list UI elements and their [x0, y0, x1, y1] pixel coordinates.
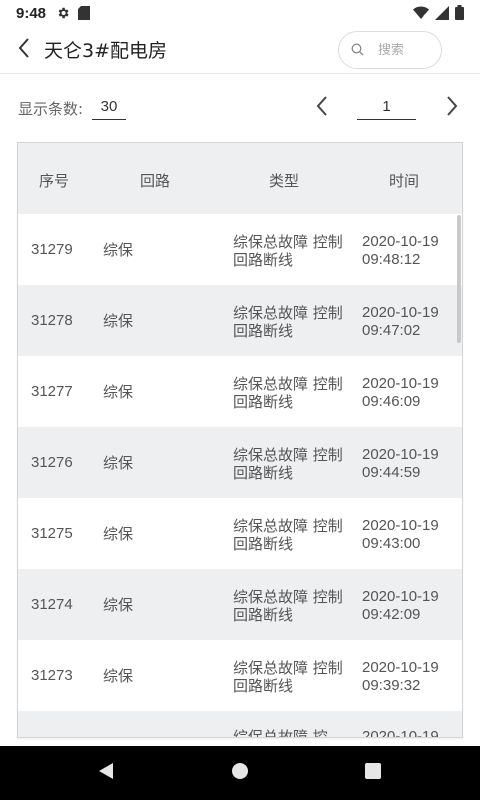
cell-time: 2020-10-19 09:47:02 — [362, 304, 439, 340]
nav-back-button[interactable] — [96, 763, 116, 783]
search-icon — [351, 41, 364, 60]
table-header: 序号 回路 类型 时间 — [18, 143, 462, 214]
cell-date: 2020-10-19 — [362, 517, 439, 534]
cell-loop: 综保 — [103, 596, 134, 614]
table-row[interactable]: 31276 综保 综保总故障 控制回路断线 2020-10-19 09:44:59 — [18, 427, 462, 498]
sd-card-icon — [78, 6, 91, 20]
table-row[interactable]: 31275 综保 综保总故障 控制回路断线 2020-10-19 09:43:00 — [18, 498, 462, 569]
search-box[interactable] — [338, 31, 442, 69]
cell-no: 31274 — [31, 596, 73, 613]
column-header-type: 类型 — [269, 172, 300, 190]
cell-date: 2020-10-19 — [362, 728, 439, 738]
cell-no: 31279 — [31, 241, 73, 258]
cell-type: 综保总故障 控制回路断线 — [233, 517, 343, 553]
cell-loop: 综保 — [103, 241, 134, 259]
column-header-loop: 回路 — [140, 172, 171, 190]
cell-no: 31273 — [31, 667, 73, 684]
cell-clock: 09:39:32 — [362, 677, 421, 694]
cell-clock: 09:47:02 — [362, 322, 421, 339]
cell-clock: 09:46:09 — [362, 393, 421, 410]
table-body: 31279 综保 综保总故障 控制回路断线 2020-10-19 09:48:12… — [18, 214, 462, 738]
page-number-input[interactable]: 1 — [357, 98, 416, 120]
back-arrow-icon — [17, 37, 31, 63]
cell-type: 综保总故障 控制回路断线 — [233, 375, 343, 411]
cell-time: 2020-10-19 09:44:59 — [362, 446, 439, 482]
alarm-table: 序号 回路 类型 时间 31279 综保 综保总故障 控制回路断线 2020-1… — [17, 142, 463, 738]
table-scrollbar[interactable] — [457, 215, 461, 343]
column-header-no: 序号 — [39, 172, 70, 190]
battery-icon — [455, 5, 464, 24]
cell-time: 2020-10-19 09:46:09 — [362, 375, 439, 411]
cell-loop: 综保 — [103, 667, 134, 685]
cell-type: 综保总故障 控制回路断线 — [233, 659, 343, 695]
cell-type: 综保总故障 控制回路断线 — [233, 446, 343, 482]
wifi-icon — [413, 5, 429, 24]
count-label: 显示条数: — [18, 100, 84, 118]
app-bar: 天仑3#配电房 — [0, 26, 480, 74]
table-row[interactable]: 综保总故障 控 2020-10-19 — [18, 711, 462, 738]
column-header-time: 时间 — [389, 172, 420, 190]
cell-loop: 综保 — [103, 312, 134, 330]
table-row[interactable]: 31274 综保 综保总故障 控制回路断线 2020-10-19 09:42:09 — [18, 569, 462, 640]
gear-icon — [56, 6, 70, 20]
search-input[interactable] — [378, 42, 438, 58]
cell-type: 综保总故障 控制回路断线 — [233, 588, 343, 624]
cell-type: 综保总故障 控制回路断线 — [233, 304, 343, 340]
cell-type: 综保总故障 控制回路断线 — [233, 233, 343, 269]
nav-home-icon — [231, 762, 249, 784]
nav-back-icon — [97, 762, 115, 784]
cell-no: 31275 — [31, 525, 73, 542]
cell-date: 2020-10-19 — [362, 588, 439, 605]
cell-clock: 09:42:09 — [362, 606, 421, 623]
table-row[interactable]: 31278 综保 综保总故障 控制回路断线 2020-10-19 09:47:02 — [18, 285, 462, 356]
status-bar: 9:48 — [0, 0, 480, 26]
next-page-button[interactable] — [440, 94, 464, 122]
cell-loop: 综保 — [103, 454, 134, 472]
nav-home-button[interactable] — [230, 763, 250, 783]
signal-icon — [435, 5, 449, 24]
cell-no: 31278 — [31, 312, 73, 329]
table-row[interactable]: 31277 综保 综保总故障 控制回路断线 2020-10-19 09:46:09 — [18, 356, 462, 427]
nav-recents-button[interactable] — [363, 763, 383, 783]
cell-date: 2020-10-19 — [362, 659, 439, 676]
cell-clock: 09:44:59 — [362, 464, 421, 481]
nav-recents-icon — [364, 762, 382, 784]
cell-date: 2020-10-19 — [362, 446, 439, 463]
back-button[interactable] — [4, 26, 44, 74]
cell-no: 31277 — [31, 383, 73, 400]
cell-date: 2020-10-19 — [362, 375, 439, 392]
cell-clock: 09:48:12 — [362, 251, 421, 268]
status-time: 9:48 — [16, 4, 47, 22]
chevron-right-icon — [446, 95, 458, 121]
cell-type: 综保总故障 控 — [233, 728, 328, 738]
cell-time: 2020-10-19 09:48:12 — [362, 233, 439, 269]
chevron-left-icon — [316, 95, 328, 121]
cell-date: 2020-10-19 — [362, 233, 439, 250]
prev-page-button[interactable] — [310, 94, 334, 122]
cell-loop: 综保 — [103, 525, 134, 543]
page-title: 天仑3#配电房 — [44, 40, 168, 62]
cell-no: 31276 — [31, 454, 73, 471]
cell-date: 2020-10-19 — [362, 304, 439, 321]
count-input[interactable]: 30 — [92, 98, 126, 120]
cell-time: 2020-10-19 — [362, 728, 439, 738]
cell-clock: 09:43:00 — [362, 535, 421, 552]
pagination-bar: 显示条数: 30 1 — [0, 90, 480, 126]
table-row[interactable]: 31273 综保 综保总故障 控制回路断线 2020-10-19 09:39:32 — [18, 640, 462, 711]
cell-time: 2020-10-19 09:43:00 — [362, 517, 439, 553]
cell-time: 2020-10-19 09:39:32 — [362, 659, 439, 695]
table-row[interactable]: 31279 综保 综保总故障 控制回路断线 2020-10-19 09:48:12 — [18, 214, 462, 285]
cell-time: 2020-10-19 09:42:09 — [362, 588, 439, 624]
system-nav-bar — [0, 746, 480, 800]
cell-loop: 综保 — [103, 383, 134, 401]
